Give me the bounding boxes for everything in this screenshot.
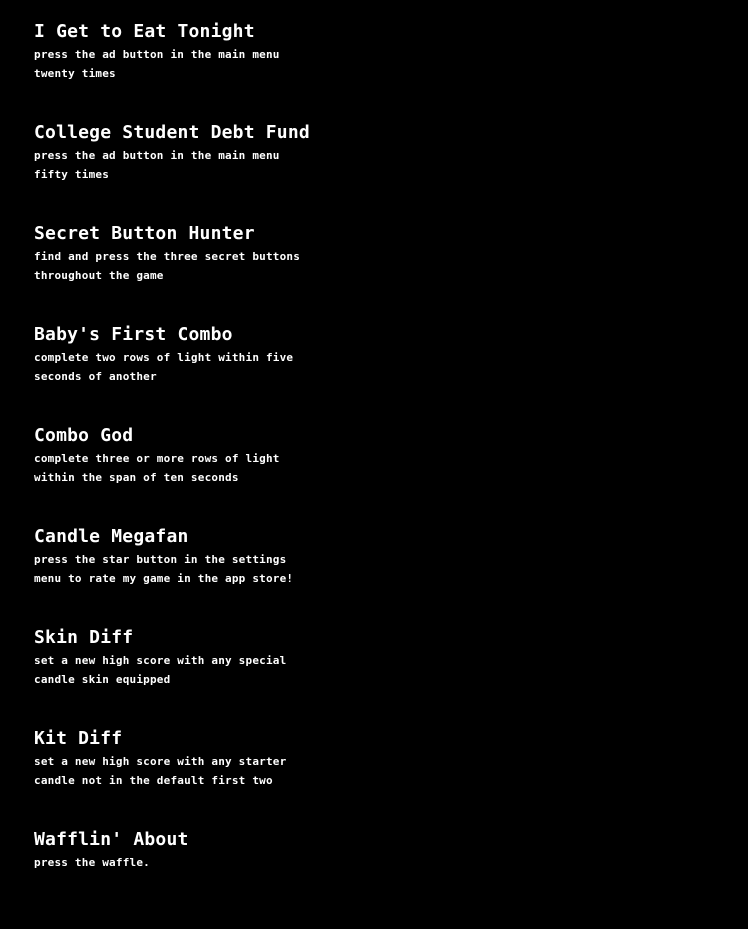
achievement-item: Secret Button Hunter find and press the …	[34, 222, 334, 323]
achievement-title: I Get to Eat Tonight	[34, 21, 255, 42]
achievement-description: press the ad button in the main menu fif…	[34, 149, 280, 181]
achievement-title: Secret Button Hunter	[34, 223, 255, 244]
achievement-description: press the ad button in the main menu twe…	[34, 48, 280, 80]
achievement-item: I Get to Eat Tonight press the ad button…	[34, 20, 334, 121]
achievement-description: complete two rows of light within five s…	[34, 351, 294, 383]
achievement-description: set a new high score with any starter ca…	[34, 755, 287, 787]
achievement-title: Kit Diff	[34, 728, 123, 749]
achievement-item: Wafflin' About press the waffle.	[34, 828, 334, 929]
achievement-title: Candle Megafan	[34, 526, 189, 547]
achievement-title: Combo God	[34, 425, 134, 446]
achievement-item: Skin Diff set a new high score with any …	[34, 626, 334, 727]
achievement-item: Candle Megafan press the star button in …	[34, 525, 334, 626]
achievement-title: Baby's First Combo	[34, 324, 233, 345]
achievement-item: Combo God complete three or more rows of…	[34, 424, 334, 525]
achievement-item: Baby's First Combo complete two rows of …	[34, 323, 334, 424]
achievement-description: press the waffle.	[34, 856, 150, 869]
achievement-item: College Student Debt Fund press the ad b…	[34, 121, 334, 222]
achievement-description: press the star button in the settings me…	[34, 553, 294, 585]
achievement-description: find and press the three secret buttons …	[34, 250, 301, 282]
achievement-description: complete three or more rows of light wit…	[34, 452, 280, 484]
achievement-title: Wafflin' About	[34, 829, 189, 850]
achievements-list: I Get to Eat Tonight press the ad button…	[34, 20, 334, 929]
achievement-item: Kit Diff set a new high score with any s…	[34, 727, 334, 828]
achievement-title: Skin Diff	[34, 627, 134, 648]
achievement-description: set a new high score with any special ca…	[34, 654, 287, 686]
achievement-title: College Student Debt Fund	[34, 122, 310, 143]
